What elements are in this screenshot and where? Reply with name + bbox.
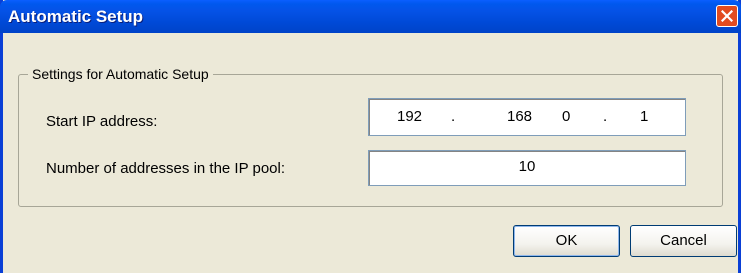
close-icon [721,10,733,22]
ip-octet-4[interactable]: 1 [640,108,648,125]
ip-separator: . [527,108,532,125]
ip-separator: . [451,108,456,125]
title-bar[interactable]: Automatic Setup [0,0,741,33]
ip-pool-size-label: Number of addresses in the IP pool: [46,160,286,177]
dialog-title: Automatic Setup [8,7,144,26]
cancel-button[interactable]: Cancel [630,225,737,257]
ip-pool-size-input[interactable]: 10 [368,150,686,186]
ok-button[interactable]: OK [513,225,620,257]
settings-groupbox [18,74,723,207]
groupbox-legend: Settings for Automatic Setup [28,66,213,82]
ip-octet-1[interactable]: 192 [397,108,422,125]
ip-octet-3[interactable]: 0 [562,108,570,125]
start-ip-label: Start IP address: [46,113,158,130]
close-button[interactable] [716,5,738,27]
ip-separator: . [603,108,608,125]
start-ip-input[interactable]: 192 . 168 . 0 . 1 [368,98,686,136]
